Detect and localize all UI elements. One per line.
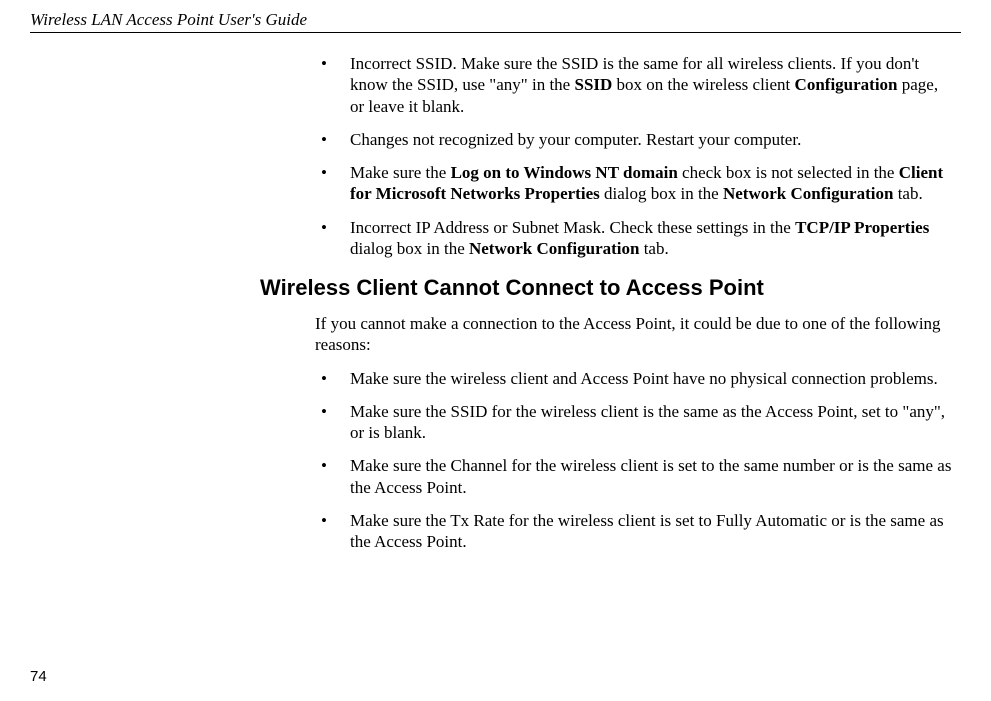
text-run: dialog box in the xyxy=(350,239,469,258)
list-item: Changes not recognized by your computer.… xyxy=(315,129,956,150)
text-run: tab. xyxy=(639,239,668,258)
text-run: Make sure the Tx Rate for the wireless c… xyxy=(350,511,944,551)
intro-paragraph: If you cannot make a connection to the A… xyxy=(315,313,956,356)
text-run: Make sure the Channel for the wireless c… xyxy=(350,456,951,496)
bold-run: TCP/IP Properties xyxy=(795,218,929,237)
list-item: Incorrect IP Address or Subnet Mask. Che… xyxy=(315,217,956,260)
page-container: Wireless LAN Access Point User's Guide I… xyxy=(0,0,991,552)
bullet-list-2: Make sure the wireless client and Access… xyxy=(315,368,956,553)
bold-run: Network Configuration xyxy=(723,184,893,203)
text-run: tab. xyxy=(893,184,922,203)
bold-run: SSID xyxy=(574,75,612,94)
text-run: check box is not selected in the xyxy=(678,163,899,182)
text-run: box on the wireless client xyxy=(612,75,794,94)
text-run: Make sure the xyxy=(350,163,451,182)
header-rule xyxy=(30,32,961,33)
bold-run: Log on to Windows NT domain xyxy=(451,163,678,182)
section-heading: Wireless Client Cannot Connect to Access… xyxy=(260,275,956,301)
list-item: Incorrect SSID. Make sure the SSID is th… xyxy=(315,53,956,117)
list-item: Make sure the SSID for the wireless clie… xyxy=(315,401,956,444)
page-number: 74 xyxy=(30,668,47,685)
content-area: Incorrect SSID. Make sure the SSID is th… xyxy=(315,53,956,552)
text-run: dialog box in the xyxy=(600,184,723,203)
list-item: Make sure the wireless client and Access… xyxy=(315,368,956,389)
list-item: Make sure the Tx Rate for the wireless c… xyxy=(315,510,956,553)
list-item: Make sure the Log on to Windows NT domai… xyxy=(315,162,956,205)
bullet-list-1: Incorrect SSID. Make sure the SSID is th… xyxy=(315,53,956,259)
bold-run: Configuration xyxy=(795,75,898,94)
list-item: Make sure the Channel for the wireless c… xyxy=(315,455,956,498)
running-header: Wireless LAN Access Point User's Guide xyxy=(30,10,961,32)
text-run: Changes not recognized by your computer.… xyxy=(350,130,801,149)
text-run: Incorrect IP Address or Subnet Mask. Che… xyxy=(350,218,795,237)
text-run: Make sure the wireless client and Access… xyxy=(350,369,938,388)
bold-run: Network Configuration xyxy=(469,239,639,258)
text-run: Make sure the SSID for the wireless clie… xyxy=(350,402,945,442)
